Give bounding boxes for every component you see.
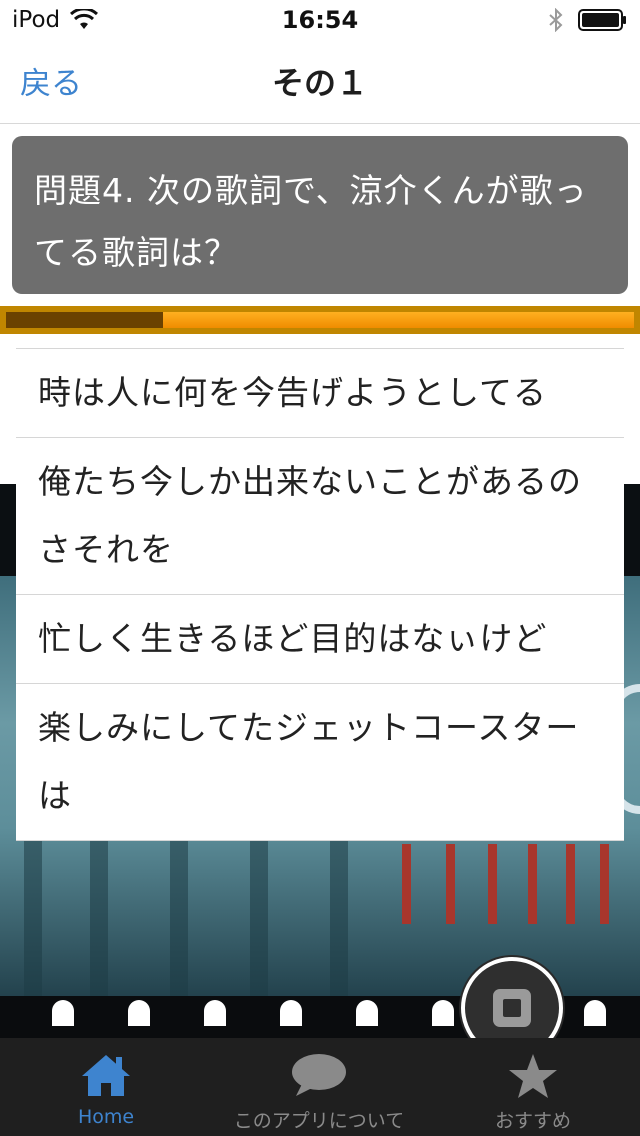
progress-track	[6, 312, 634, 328]
navigation-bar: 戻る その１	[0, 40, 640, 124]
tab-about-label: このアプリについて	[233, 1110, 405, 1132]
answer-option-3[interactable]: 忙しく生きるほど目的はなぃけど	[16, 595, 624, 684]
page-title: その１	[271, 64, 368, 102]
tab-home-label: Home	[77, 1106, 135, 1128]
answer-option-4[interactable]: 楽しみにしてたジェットコースターは	[16, 684, 624, 841]
background-red-bar	[566, 844, 575, 924]
stop-icon	[493, 989, 531, 1027]
background-red-bar	[600, 844, 609, 924]
battery-icon	[578, 9, 626, 31]
background-window	[52, 1000, 74, 1026]
answer-list: 時は人に何を今告げようとしてる 俺たち今しか出来ないことがあるのさそれを 忙しく…	[16, 348, 624, 841]
background-red-bar	[488, 844, 497, 924]
question-text: 問題4. 次の歌詞で、涼介くんが歌ってる歌詞は？	[34, 171, 588, 272]
home-icon	[82, 1055, 130, 1096]
tab-recommend[interactable]: おすすめ	[426, 1038, 640, 1136]
background-red-bar	[402, 844, 411, 924]
star-icon	[509, 1054, 557, 1098]
chat-bubble-icon	[292, 1054, 346, 1096]
tab-about[interactable]: このアプリについて	[212, 1038, 426, 1136]
bluetooth-icon	[549, 8, 563, 32]
status-time: 16:54	[281, 6, 359, 34]
background-red-bar	[528, 844, 537, 924]
background-window	[204, 1000, 226, 1026]
status-bar: iPod 16:54	[0, 0, 640, 40]
question-box: 問題4. 次の歌詞で、涼介くんが歌ってる歌詞は？	[12, 136, 628, 294]
tab-bar: Home このアプリについて おすすめ	[0, 1038, 640, 1136]
background-window	[280, 1000, 302, 1026]
background-window	[356, 1000, 378, 1026]
progress-fill	[6, 312, 163, 328]
answer-option-1[interactable]: 時は人に何を今告げようとしてる	[16, 349, 624, 438]
answer-option-2[interactable]: 俺たち今しか出来ないことがあるのさそれを	[16, 438, 624, 595]
tab-home[interactable]: Home	[0, 1038, 212, 1136]
tab-recommend-label: おすすめ	[494, 1110, 571, 1132]
background-red-bar	[446, 844, 455, 924]
background-window	[584, 1000, 606, 1026]
progress-bar	[0, 306, 640, 334]
background-window	[128, 1000, 150, 1026]
status-right	[548, 8, 628, 32]
background-window	[432, 1000, 454, 1026]
